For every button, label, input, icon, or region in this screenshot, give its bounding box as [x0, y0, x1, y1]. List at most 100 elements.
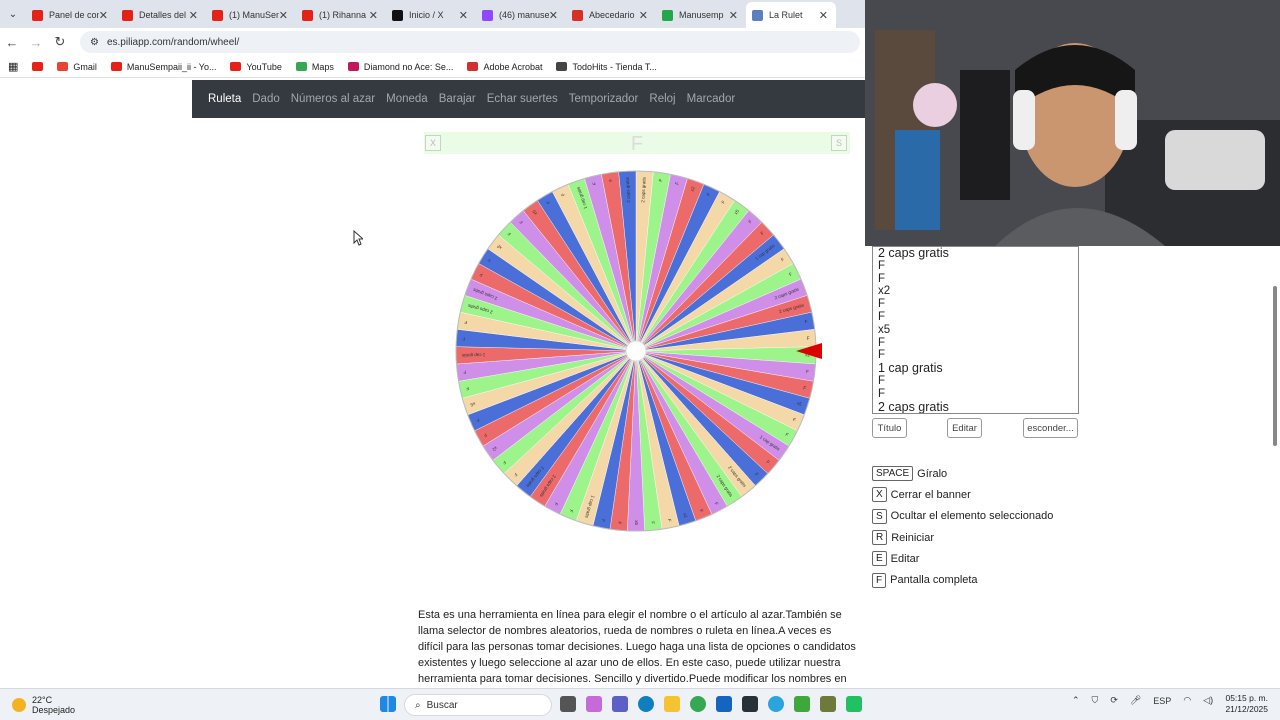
back-icon[interactable]: ← — [0, 35, 24, 50]
shortcut-key[interactable]: X — [872, 487, 887, 503]
edit-button[interactable]: Editar — [947, 418, 982, 438]
spreadsheet-icon[interactable] — [716, 696, 732, 712]
banner-title: F — [630, 133, 644, 155]
shortcut-label: Gíralo — [917, 467, 948, 480]
browser-tab[interactable]: Manusemp ✕ — [656, 2, 746, 28]
chevron-up-icon[interactable]: ⌃ — [1072, 695, 1080, 706]
close-tab-icon[interactable]: ✕ — [99, 9, 108, 22]
shortcut-key[interactable]: E — [872, 551, 887, 567]
browser-tab[interactable]: Detalles del ✕ — [116, 2, 206, 28]
reload-icon[interactable]: ↻ — [48, 34, 72, 50]
browser-tab[interactable]: Inicio / X ✕ — [386, 2, 476, 28]
chrome-icon[interactable] — [690, 696, 706, 712]
bookmark-item[interactable]: TodoHits - Tienda T... — [556, 62, 657, 72]
language-indicator[interactable]: ESP — [1153, 696, 1171, 706]
sync-icon[interactable]: ⟳ — [1110, 695, 1118, 706]
taskbar-search[interactable]: ⌕ Buscar — [404, 694, 552, 716]
app-icon[interactable] — [820, 696, 836, 712]
bookmark-favicon-icon — [32, 62, 44, 71]
site-info-icon[interactable]: ⚙ — [90, 37, 99, 48]
bookmark-item[interactable]: Diamond no Ace: Se... — [347, 62, 453, 72]
site-nav-item[interactable]: Barajar — [439, 93, 476, 105]
close-tab-icon[interactable]: ✕ — [549, 9, 558, 22]
site-nav-item[interactable]: Marcador — [687, 93, 736, 105]
close-tab-icon[interactable]: ✕ — [369, 9, 378, 22]
title-banner: F X S — [424, 132, 850, 155]
edge-icon[interactable] — [638, 696, 654, 712]
site-nav-item[interactable]: Dado — [252, 93, 280, 105]
shortcut-row: S Ocultar el elemento seleccionado — [872, 506, 1053, 527]
streaming-app-icon[interactable] — [846, 696, 862, 712]
hide-button[interactable]: esconder... — [1023, 418, 1078, 438]
shortcut-row: R Reiniciar — [872, 527, 1053, 548]
banner-save-key[interactable]: S — [831, 135, 847, 151]
copilot-icon[interactable] — [586, 696, 602, 712]
entry-line: x5 — [878, 323, 891, 336]
close-tab-icon[interactable]: ✕ — [279, 9, 288, 22]
roulette-wheel[interactable]: 2 caps gratis FFx2FFx5FF1 cap gratis FF2 c… — [450, 165, 822, 537]
forward-icon[interactable]: → — [24, 35, 48, 50]
close-tab-icon[interactable]: ✕ — [639, 9, 648, 22]
apps-icon[interactable]: ▦ — [8, 60, 18, 73]
telegram-icon[interactable] — [768, 696, 784, 712]
title-button[interactable]: Título — [872, 418, 907, 438]
wifi-icon[interactable]: ◠ — [1183, 695, 1191, 706]
tab-label: La Rulet — [769, 10, 803, 20]
browser-tab[interactable]: Abecedario ✕ — [566, 2, 656, 28]
shortcut-label: Pantalla completa — [890, 574, 978, 587]
site-nav-item[interactable]: Números al azar — [291, 93, 375, 105]
browser-tab[interactable]: (1) Rihanna ✕ — [296, 2, 386, 28]
close-tab-icon[interactable]: ✕ — [819, 9, 828, 22]
file-explorer-icon[interactable] — [664, 696, 680, 712]
mouse-cursor-icon — [353, 230, 363, 246]
banner-close-key[interactable]: X — [425, 135, 441, 151]
bookmark-item[interactable]: Maps — [295, 62, 334, 72]
teams-icon[interactable] — [612, 696, 628, 712]
shortcut-key[interactable]: S — [872, 508, 887, 524]
shortcut-label: Reiniciar — [891, 531, 935, 544]
security-icon[interactable]: ⛉ — [1092, 695, 1099, 706]
site-nav-item[interactable]: Ruleta — [208, 93, 241, 105]
bookmark-item[interactable]: YouTube — [230, 61, 282, 72]
microphone-icon[interactable]: 🎤︎ — [1130, 695, 1141, 706]
address-bar[interactable]: ⚙ es.piliapp.com/random/wheel/ — [80, 31, 860, 53]
weather-widget[interactable]: 22°C Despejado — [12, 695, 75, 715]
tab-search-icon[interactable]: ⌄ — [0, 0, 26, 28]
bookmark-item[interactable]: ManuSempaii_ii - Yo... — [110, 62, 216, 72]
bookmark-label: YouTube — [246, 61, 282, 72]
clock-date: 21/12/2025 — [1225, 704, 1268, 714]
scrollbar-thumb[interactable] — [1273, 286, 1277, 446]
wheel-hub[interactable] — [625, 340, 647, 362]
address-text: es.piliapp.com/random/wheel/ — [106, 36, 240, 48]
close-tab-icon[interactable]: ✕ — [729, 9, 738, 22]
volume-icon[interactable]: ◁) — [1203, 695, 1213, 706]
bookmark-item[interactable]: Adobe Acrobat — [467, 62, 542, 72]
taskbar-start — [380, 696, 396, 712]
task-view-icon[interactable] — [560, 696, 576, 712]
browser-tab[interactable]: (46) manuse ✕ — [476, 2, 566, 28]
page-scrollbar[interactable] — [1270, 246, 1280, 688]
shortcut-key[interactable]: SPACE — [872, 466, 914, 482]
browser-tab[interactable]: La Rulet ✕ — [746, 2, 836, 28]
tab-label: Panel de con — [49, 10, 99, 20]
taskbar-clock[interactable]: 05:15 p. m. 21/12/2025 — [1225, 693, 1268, 715]
bookmark-item[interactable]: Gmail — [57, 62, 97, 72]
close-tab-icon[interactable]: ✕ — [459, 9, 468, 22]
shortcut-key[interactable]: F — [872, 572, 887, 588]
browser-tab[interactable]: Panel de con ✕ — [26, 2, 116, 28]
shortcut-label: Ocultar el elemento seleccionado — [890, 510, 1054, 523]
camtasia-icon[interactable] — [794, 696, 810, 712]
site-nav-item[interactable]: Reloj — [649, 93, 675, 105]
site-nav-item[interactable]: Echar suertes — [487, 93, 558, 105]
entries-textarea[interactable]: 2 caps gratis F Fx2 F Fx5 F F 1 cap gratis F F 2 c… — [872, 246, 1079, 414]
close-tab-icon[interactable]: ✕ — [189, 9, 198, 22]
bookmark-item[interactable] — [32, 62, 44, 72]
terminal-icon[interactable] — [742, 696, 758, 712]
browser-tab[interactable]: (1) ManuSem ✕ — [206, 2, 296, 28]
entry-line: F — [878, 259, 886, 272]
entry-line: F — [878, 387, 886, 400]
site-nav-item[interactable]: Moneda — [386, 93, 428, 105]
site-nav-item[interactable]: Temporizador — [569, 93, 639, 105]
windows-start-icon[interactable] — [380, 696, 396, 712]
shortcut-key[interactable]: R — [872, 530, 888, 546]
